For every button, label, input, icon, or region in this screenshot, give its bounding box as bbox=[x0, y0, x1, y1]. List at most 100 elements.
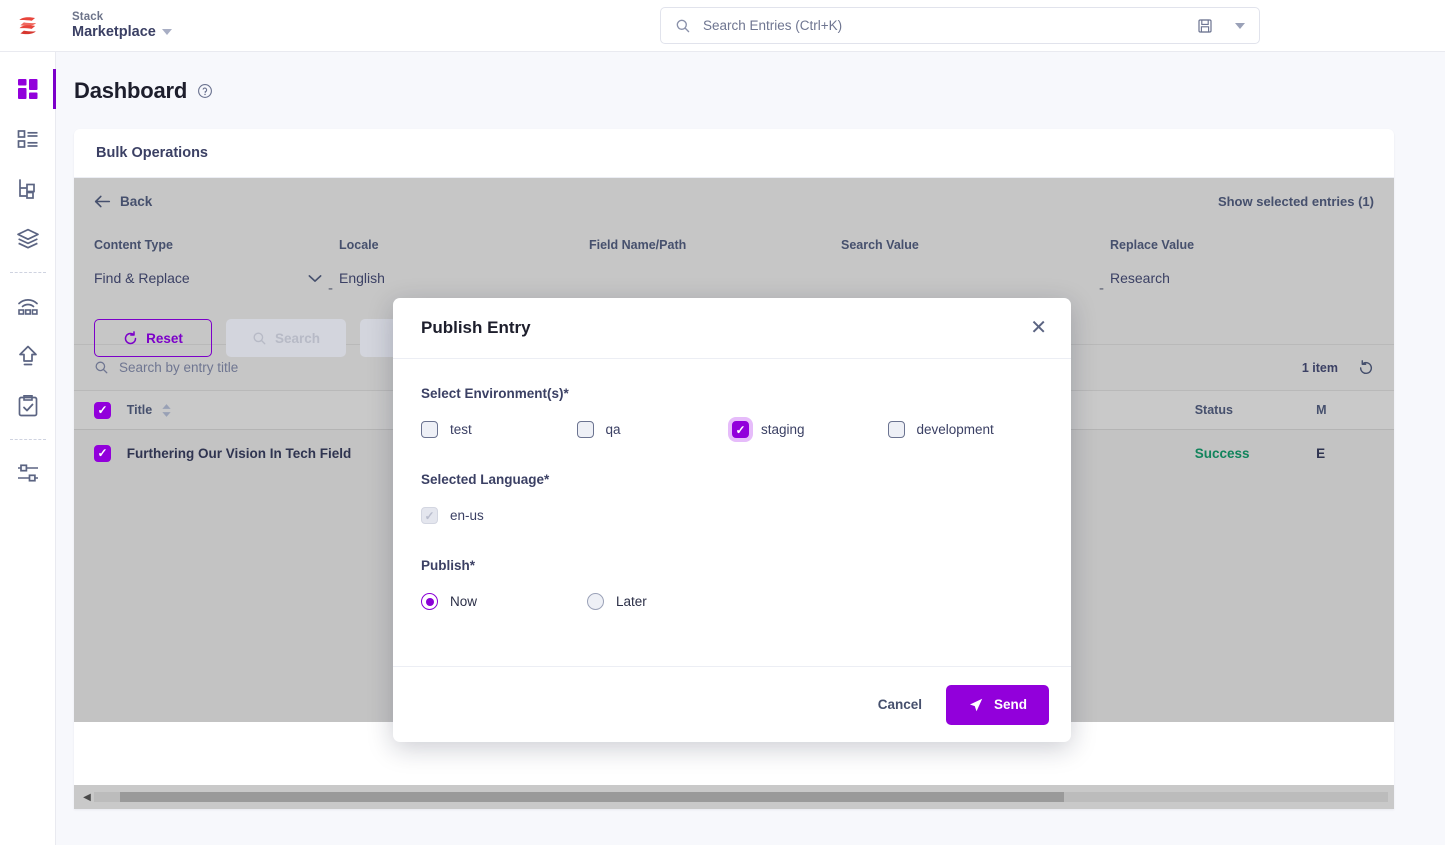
close-icon[interactable]: ✕ bbox=[1030, 318, 1047, 338]
scrollbar-thumb[interactable] bbox=[119, 792, 1065, 802]
publish-label-now: Now bbox=[450, 594, 478, 609]
help-circle-icon[interactable] bbox=[197, 83, 213, 99]
entry-search-placeholder: Search by entry title bbox=[119, 360, 239, 375]
refresh-ccw-icon[interactable] bbox=[1358, 359, 1374, 376]
filter-label: Search Value bbox=[841, 238, 919, 252]
environment-option-staging[interactable]: ✓ staging bbox=[732, 421, 888, 438]
horizontal-scrollbar[interactable]: ◀ bbox=[74, 785, 1394, 809]
environment-checkbox-qa[interactable]: ✓ bbox=[576, 421, 594, 438]
search-icon bbox=[95, 361, 108, 374]
back-button[interactable]: Back bbox=[94, 194, 152, 209]
filter-label: Locale bbox=[339, 238, 379, 252]
modal-title: Publish Entry bbox=[421, 318, 531, 337]
publish-label-later: Later bbox=[616, 594, 647, 609]
floppy-disk-icon[interactable] bbox=[1197, 18, 1213, 34]
hierarchy-tree-icon bbox=[19, 179, 35, 199]
row-checkbox[interactable]: ✓ bbox=[94, 444, 111, 462]
stack-name-text: Marketplace bbox=[72, 23, 156, 40]
stack-label: Stack bbox=[72, 10, 104, 23]
language-section-label: Selected Language* bbox=[421, 472, 550, 487]
publish-option-later[interactable]: Later bbox=[587, 593, 753, 610]
stack-name[interactable]: Marketplace bbox=[72, 24, 172, 41]
send-button-label: Send bbox=[993, 697, 1027, 712]
clipboard-check-icon bbox=[18, 394, 38, 417]
logo-container[interactable] bbox=[0, 13, 56, 39]
chevron-down-icon[interactable] bbox=[308, 274, 322, 283]
language-option-en-us: ✓ en-us bbox=[421, 507, 1043, 524]
filter-field-name-path[interactable]: Field Name/Path bbox=[589, 238, 841, 297]
modal-header: Publish Entry ✕ bbox=[393, 298, 1071, 359]
search-icon bbox=[676, 19, 690, 32]
environment-checkbox-test[interactable]: ✓ bbox=[421, 421, 438, 438]
environment-option-development[interactable]: ✓ development bbox=[887, 421, 1044, 438]
entry-search-input[interactable]: Search by entry title bbox=[94, 360, 238, 375]
chevron-down-icon[interactable] bbox=[1235, 22, 1245, 29]
filter-replace-value[interactable]: Replace Value Research bbox=[1110, 238, 1310, 297]
publish-entry-modal: Publish Entry ✕ Select Environment(s)* ✓… bbox=[393, 298, 1071, 742]
refresh-icon bbox=[124, 330, 137, 344]
sidebar-item-taxonomy[interactable] bbox=[0, 164, 56, 214]
content-list-icon bbox=[17, 130, 38, 148]
filter-label: Field Name/Path bbox=[589, 238, 687, 252]
back-button-label: Back bbox=[120, 193, 153, 209]
table-header-title-label: Title bbox=[126, 403, 153, 417]
language-label-en-us: en-us bbox=[450, 508, 484, 523]
publish-option-now[interactable]: Now bbox=[421, 593, 587, 610]
scrollbar-track[interactable] bbox=[94, 792, 1388, 802]
sidebar-item-publish-queue[interactable] bbox=[0, 331, 56, 381]
publish-radio-now[interactable] bbox=[421, 593, 438, 610]
select-all-checkbox[interactable]: ✓ bbox=[94, 401, 111, 419]
sidebar-item-content-types[interactable] bbox=[0, 114, 56, 164]
sidebar-divider bbox=[9, 439, 46, 440]
select-all-cell[interactable]: ✓ bbox=[94, 401, 127, 419]
environment-checkbox-staging[interactable]: ✓ bbox=[732, 421, 749, 438]
filter-value: Find & Replace bbox=[94, 270, 190, 286]
search-button[interactable]: Search bbox=[226, 319, 346, 357]
sidebar-item-assets[interactable] bbox=[0, 214, 56, 264]
show-selected-entries-link[interactable]: Show selected entries (1) bbox=[1218, 194, 1374, 209]
filter-label: Replace Value bbox=[1110, 238, 1195, 252]
sidebar-item-audit-log[interactable] bbox=[0, 381, 56, 431]
publish-radio-later[interactable] bbox=[587, 593, 604, 610]
row-more: E bbox=[1316, 445, 1326, 461]
sidebar-item-dashboard[interactable] bbox=[0, 64, 56, 114]
scroll-left-arrow-icon[interactable]: ◀ bbox=[80, 792, 94, 803]
sliders-icon bbox=[18, 464, 38, 482]
language-checkbox-en-us: ✓ bbox=[421, 507, 438, 524]
contentstack-logo-icon bbox=[19, 16, 37, 34]
page-header: Dashboard bbox=[74, 78, 1419, 104]
chevron-down-icon bbox=[161, 29, 172, 36]
row-select-cell[interactable]: ✓ bbox=[94, 444, 127, 462]
filter-content-type[interactable]: Content Type Find & Replace bbox=[94, 238, 322, 297]
environment-label-qa: qa bbox=[605, 422, 621, 437]
reset-button[interactable]: Reset bbox=[94, 319, 212, 357]
card-toolbar: Back Show selected entries (1) bbox=[74, 178, 1394, 224]
filter-separator: - bbox=[328, 280, 333, 297]
filter-value: Research bbox=[1110, 270, 1170, 286]
item-count: 1 item bbox=[1301, 360, 1338, 375]
global-search-bar[interactable]: Search Entries (Ctrl+K) bbox=[660, 7, 1260, 44]
filter-value-row[interactable]: English bbox=[339, 270, 589, 286]
send-button[interactable]: Send bbox=[945, 684, 1049, 725]
sidebar-item-settings[interactable] bbox=[0, 448, 56, 498]
sidebar-item-releases[interactable] bbox=[0, 281, 56, 331]
global-search-placeholder: Search Entries (Ctrl+K) bbox=[703, 18, 843, 33]
cancel-button[interactable]: Cancel bbox=[878, 697, 922, 712]
stack-switcher[interactable]: Stack Marketplace bbox=[72, 11, 172, 41]
search-button-label: Search bbox=[274, 330, 321, 346]
filter-search-value[interactable]: Search Value bbox=[841, 238, 1093, 297]
sort-arrows-icon[interactable] bbox=[161, 403, 172, 418]
entry-search-meta: 1 item bbox=[1301, 359, 1374, 376]
filter-locale[interactable]: Locale English bbox=[339, 238, 589, 297]
filter-value: English bbox=[339, 270, 385, 286]
environment-checkbox-development[interactable]: ✓ bbox=[887, 421, 905, 438]
environment-option-test[interactable]: ✓ test bbox=[421, 421, 577, 438]
publish-section-label: Publish* bbox=[421, 558, 476, 573]
card-title: Bulk Operations bbox=[96, 145, 208, 161]
filter-separator: - bbox=[1099, 280, 1104, 297]
filter-value-row[interactable]: Research bbox=[1110, 270, 1310, 286]
layers-stack-icon bbox=[17, 228, 39, 249]
filter-label: Content Type bbox=[94, 238, 173, 252]
environment-option-qa[interactable]: ✓ qa bbox=[576, 421, 733, 438]
filter-value-row[interactable]: Find & Replace bbox=[94, 270, 322, 286]
